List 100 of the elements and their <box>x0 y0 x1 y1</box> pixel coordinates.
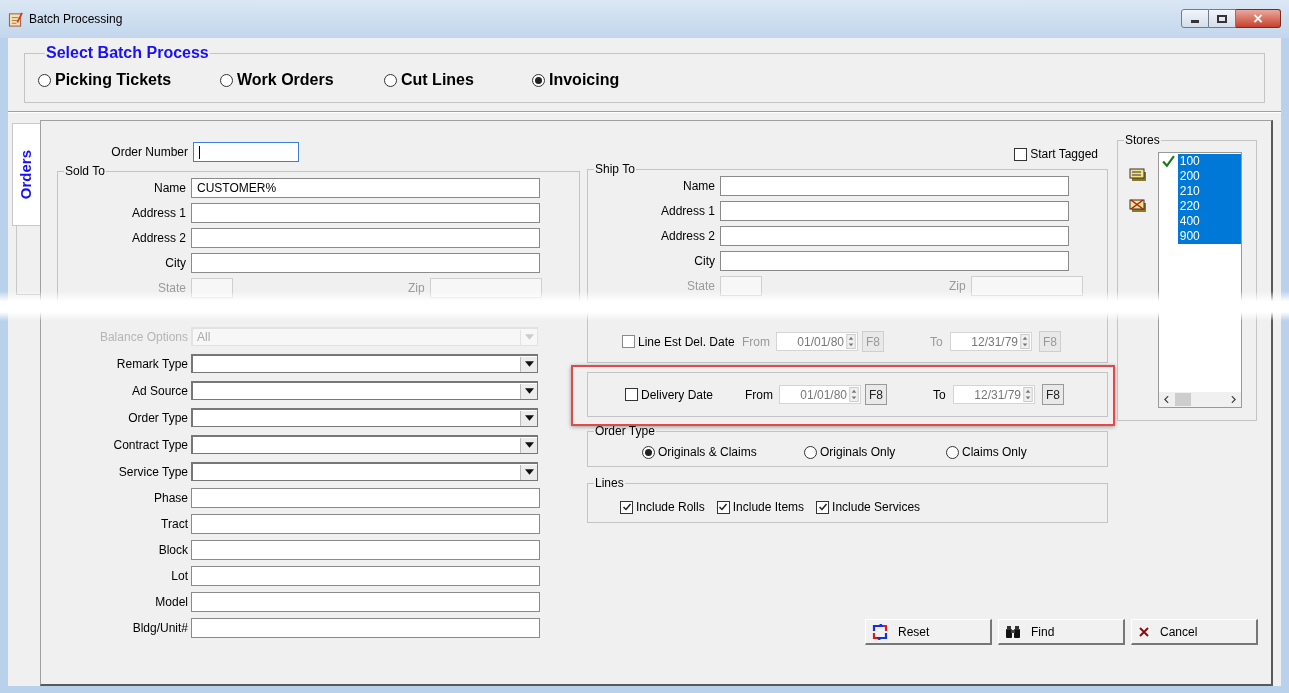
checkbox-label: Line Est Del. Date <box>638 333 735 351</box>
field-label: Balance Options <box>98 328 188 346</box>
action-button[interactable]: Find <box>998 619 1125 645</box>
input-field[interactable] <box>720 176 1069 196</box>
field-label: Zip <box>949 278 966 295</box>
caret-icon <box>524 442 534 448</box>
checkbox-label: Include Services <box>832 499 921 516</box>
radio-label: Picking Tickets <box>55 70 172 90</box>
field-label: Contract Type <box>112 436 188 454</box>
radio-label: Originals & Claims <box>658 444 757 461</box>
dropdown-field[interactable] <box>191 381 538 400</box>
field-label: Name <box>682 178 715 195</box>
input-field[interactable] <box>191 203 540 223</box>
radio-button[interactable] <box>804 445 817 459</box>
checkbox[interactable] <box>620 500 633 514</box>
tab[interactable]: Orders <box>12 123 40 226</box>
field-label: Address 1 <box>130 205 186 222</box>
dropdown-field[interactable] <box>191 408 538 427</box>
store-list[interactable]: 100 200 210 220 400 900 <box>1158 152 1242 408</box>
spin-icon <box>849 387 859 402</box>
input-field[interactable] <box>720 226 1069 246</box>
input-field[interactable] <box>193 142 299 162</box>
radio-button[interactable] <box>946 445 959 459</box>
f8-button[interactable]: F8 <box>865 384 887 405</box>
field-label: Ad Source <box>130 382 188 400</box>
checkbox[interactable] <box>625 388 638 401</box>
action-button[interactable]: Reset <box>865 619 992 645</box>
field-label: Block <box>157 542 188 559</box>
spin-icon <box>1023 387 1033 402</box>
to-label: To <box>930 333 944 351</box>
card-stack-cross-icon <box>1129 199 1147 213</box>
checkbox[interactable] <box>1014 147 1028 161</box>
input-field[interactable] <box>191 592 540 612</box>
spin-icon <box>846 334 856 349</box>
radio-button[interactable] <box>384 73 397 87</box>
field-label: Order Type <box>127 409 188 427</box>
input-field[interactable]: CUSTOMER% <box>191 178 540 198</box>
input-field[interactable] <box>191 618 540 638</box>
group-label: Stores <box>1125 133 1160 147</box>
radio-button[interactable] <box>220 73 233 87</box>
radio-label: Invoicing <box>549 70 620 90</box>
refresh-icon <box>872 623 888 640</box>
scrollbar[interactable] <box>1159 392 1241 407</box>
radio-label: Originals Only <box>820 444 896 461</box>
to-label: To <box>933 386 947 404</box>
field-label: State <box>685 278 715 295</box>
field-label: Address 2 <box>659 228 715 245</box>
field-label: Name <box>153 180 186 197</box>
maximize-button[interactable] <box>1209 9 1236 28</box>
radio-button[interactable] <box>532 73 545 87</box>
text-cursor <box>199 145 200 159</box>
input-field[interactable] <box>191 488 540 508</box>
checkbox-label: Include Rolls <box>636 499 705 516</box>
checkbox[interactable] <box>716 500 730 514</box>
caret-icon <box>524 415 534 421</box>
field-label: City <box>164 255 186 272</box>
f8-button[interactable]: F8 <box>1042 384 1065 405</box>
dropdown-field[interactable] <box>191 435 538 454</box>
caret-icon <box>524 388 534 394</box>
field-label: Tract <box>160 516 188 533</box>
checkbox-label: Delivery Date <box>641 386 714 404</box>
input-field[interactable] <box>191 566 540 586</box>
notepad-icon <box>8 11 23 27</box>
action-button[interactable]: Cancel <box>1131 619 1258 645</box>
dropdown-field[interactable] <box>191 354 538 373</box>
field-label: Phase <box>152 490 188 507</box>
check-icon <box>1161 155 1175 168</box>
input-field[interactable] <box>720 201 1069 221</box>
caret-icon <box>524 361 534 367</box>
input-field[interactable] <box>191 228 540 248</box>
cross-icon <box>1138 625 1150 638</box>
radio-label: Cut Lines <box>401 70 474 90</box>
binoculars-icon <box>1005 624 1021 639</box>
date-field[interactable]: 01/01/80 <box>779 385 861 404</box>
radio-button[interactable] <box>38 73 51 87</box>
field-label: Lot <box>170 568 188 585</box>
close-icon <box>1253 14 1263 23</box>
window-title: Batch Processing <box>29 11 123 28</box>
date-field[interactable]: 12/31/79 <box>953 385 1035 404</box>
field-label: Model <box>154 594 188 611</box>
field-label: Remark Type <box>115 355 188 373</box>
from-label: From <box>745 386 774 404</box>
spin-icon <box>1020 334 1030 349</box>
field-label: State <box>156 280 186 297</box>
checkbox[interactable] <box>816 500 830 514</box>
input-field[interactable] <box>191 540 540 560</box>
group-label: Order Type <box>595 424 655 438</box>
input-field[interactable] <box>191 253 540 273</box>
group-label: Sold To <box>65 164 105 178</box>
input-field[interactable] <box>191 514 540 534</box>
radio-label: Claims Only <box>962 444 1027 461</box>
minimize-button[interactable] <box>1181 9 1209 28</box>
close-button[interactable] <box>1236 9 1281 28</box>
checkbox-label: Include Items <box>732 499 805 516</box>
field-label: City <box>693 253 715 270</box>
input-field[interactable] <box>720 251 1069 271</box>
checkbox-label: Start Tagged <box>1030 146 1098 163</box>
group-label: Ship To <box>595 162 635 176</box>
dropdown-field[interactable] <box>191 462 538 481</box>
radio-button[interactable] <box>642 445 655 459</box>
